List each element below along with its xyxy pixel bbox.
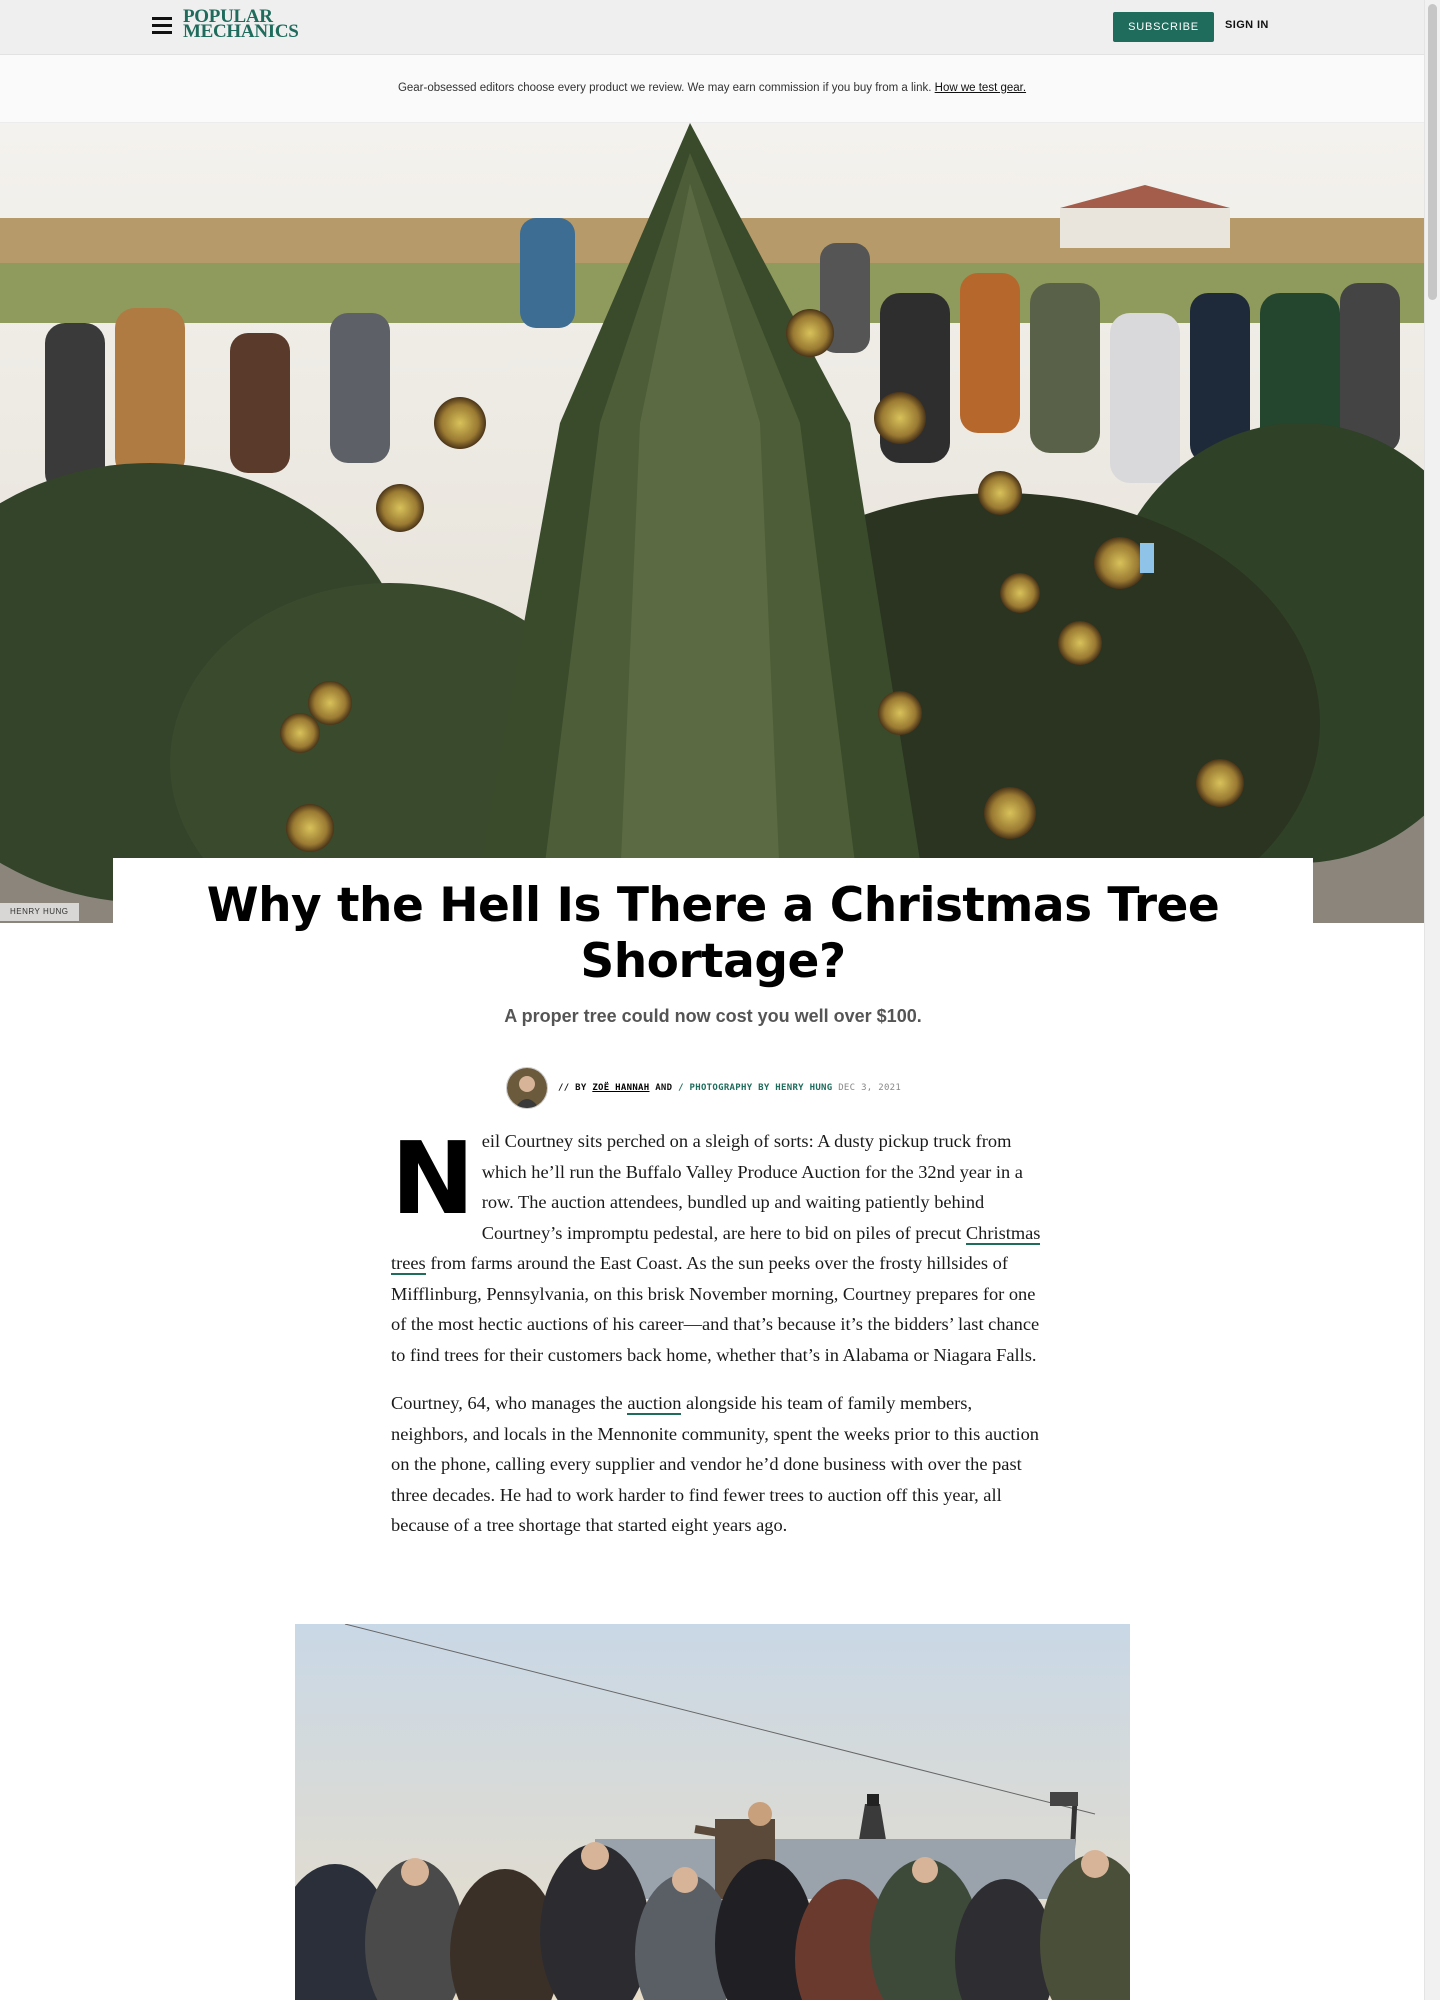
byline-text: // BY ZOË HANNAH AND / PHOTOGRAPHY BY HE… — [558, 1083, 901, 1093]
author-portrait-icon — [507, 1068, 547, 1108]
top-navigation-bar: POPULAR MECHANICS SUBSCRIBE SIGN IN — [0, 0, 1424, 55]
article-dek: A proper tree could now cost you well ov… — [504, 1006, 922, 1026]
paragraph-1: Neil Courtney sits perched on a sleigh o… — [391, 1126, 1041, 1370]
byline-prefix: // BY — [558, 1083, 587, 1093]
byline-and: AND — [655, 1083, 673, 1093]
publish-date: DEC 3, 2021 — [838, 1083, 902, 1093]
auction-crowd-image — [295, 1624, 1130, 2000]
logo-line-2: MECHANICS — [183, 21, 299, 42]
site-logo[interactable]: POPULAR MECHANICS — [183, 7, 299, 42]
photo-credit: HENRY HUNG — [0, 903, 79, 921]
hamburger-menu-icon[interactable] — [152, 17, 172, 35]
article-body: Neil Courtney sits perched on a sleigh o… — [391, 1126, 1041, 1559]
photographer-credit[interactable]: / PHOTOGRAPHY BY HENRY HUNG — [678, 1083, 832, 1093]
how-we-test-gear-link[interactable]: How we test gear. — [935, 82, 1026, 94]
drop-cap: N — [391, 1120, 475, 1237]
disclosure-text: Gear-obsessed editors choose every produ… — [397, 82, 932, 94]
paragraph-1-text-b: from farms around the East Coast. As the… — [391, 1253, 1040, 1365]
auction-link[interactable]: auction — [627, 1393, 682, 1415]
subscribe-button[interactable]: SUBSCRIBE — [1113, 12, 1214, 42]
byline: // BY ZOË HANNAH AND / PHOTOGRAPHY BY HE… — [506, 1067, 901, 1109]
sign-in-link[interactable]: SIGN IN — [1225, 19, 1269, 31]
scrollbar-thumb[interactable] — [1428, 4, 1437, 300]
author-avatar[interactable] — [506, 1067, 548, 1109]
hero-image — [0, 123, 1424, 923]
affiliate-disclosure: Gear-obsessed editors choose every produ… — [0, 55, 1424, 123]
auctioneer-crowd-photo — [295, 1624, 1130, 2000]
page-scrollbar[interactable] — [1424, 0, 1440, 2000]
paragraph-1-text-a: eil Courtney sits perched on a sleigh of… — [481, 1131, 1023, 1243]
paragraph-2-text-a: Courtney, 64, who manages the — [391, 1393, 628, 1413]
article-title: Why the Hell Is There a Christmas Tree S… — [206, 878, 1220, 989]
author-link[interactable]: ZOË HANNAH — [592, 1083, 649, 1093]
christmas-tree-auction-photo — [0, 123, 1424, 923]
paragraph-2: Courtney, 64, who manages the auction al… — [391, 1388, 1041, 1541]
paragraph-2-text-b: alongside his team of family members, ne… — [391, 1393, 1039, 1535]
